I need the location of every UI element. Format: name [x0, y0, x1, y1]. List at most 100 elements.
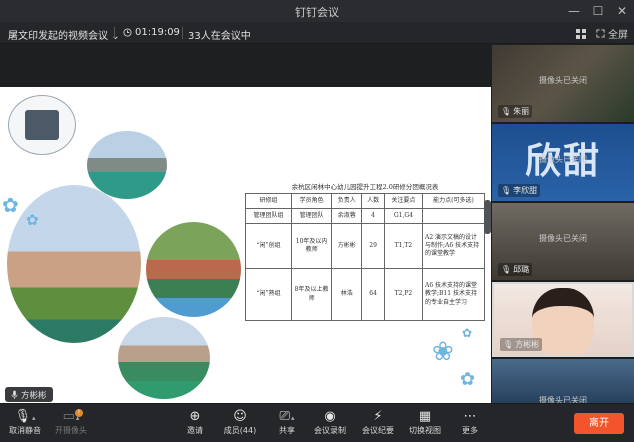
minutes-button[interactable]: ⚡ 会议纪要	[355, 408, 401, 436]
record-icon: ◉	[324, 409, 336, 424]
minutes-icon: ⚡	[373, 409, 383, 424]
camera-button[interactable]: ! ▭▴ 开摄像头	[48, 408, 94, 436]
invite-label: 邀请	[187, 426, 203, 435]
table-cell: G1,G4	[383, 208, 424, 224]
window-controls: — ☐ ✕	[568, 2, 628, 20]
share-button[interactable]: ⎚▴ 共享	[264, 408, 310, 436]
participant-count: 33人在会议中	[188, 31, 251, 42]
table-title: 余杭区闲林中心幼儿园提升工程2.0研修分团概况表	[291, 183, 439, 191]
table-cell: 29	[361, 223, 385, 269]
table-cell: 方彬彬	[331, 223, 363, 269]
table-cell: T2,P2	[383, 268, 424, 321]
meeting-info-bar: 屠文印发起的视频会议 ⌄ 01:19:09 33人在会议中 全屏	[0, 22, 634, 44]
kindergarten-photo	[146, 222, 241, 317]
members-icon: ☺	[233, 409, 247, 424]
table-header: 负责人	[331, 193, 363, 209]
table-cell: “闲”创组	[244, 223, 293, 269]
table-row: “闲”熟组 8年及以上教师 林浩 64 T2,P2 A6 技术支持的课堂教学;B…	[244, 268, 485, 321]
more-icon: ⋯	[463, 409, 477, 424]
speaker-name: 方彬彬	[21, 390, 47, 401]
mute-button[interactable]: 🎙▴ 取消静音	[2, 408, 48, 436]
school-logo-icon	[8, 95, 76, 155]
chevron-down-icon: ⌄	[111, 31, 120, 42]
table-cell: 8年及以上教师	[291, 268, 333, 321]
participant-tile[interactable]: 摄像头已关闭 🎙 邱璐	[492, 203, 634, 280]
flower-decoration-icon: ✿	[460, 369, 476, 390]
warning-badge: !	[75, 409, 83, 417]
fullscreen-button[interactable]: 全屏	[596, 26, 628, 41]
mic-muted-icon: 🎙	[501, 265, 512, 274]
invite-button[interactable]: ⊕ 邀请	[172, 408, 218, 436]
table-cell: A2 演示文稿的设计与制作;A6 技术支持的课堂教学	[422, 223, 485, 269]
add-user-icon: ⊕	[189, 409, 201, 424]
maximize-button[interactable]: ☐	[592, 2, 604, 20]
leave-button[interactable]: 离开	[574, 413, 624, 434]
switch-view-button[interactable]: ▦ 切换视图	[402, 408, 448, 436]
microphone-off-icon: 🎙▴	[14, 409, 36, 424]
minutes-label: 会议纪要	[362, 426, 394, 435]
meeting-duration: 01:19:09	[135, 27, 180, 38]
table-cell: 管理团队	[291, 208, 333, 224]
shared-screen-area: ✿ ✿ ❀ ✿ ✿ 余杭区闲林中心幼儿园提升工程2.0研修分团概况表 研修组 学…	[0, 45, 491, 420]
table-cell: “闲”熟组	[244, 268, 293, 321]
members-button[interactable]: ☺ 成员(44)	[217, 408, 263, 436]
table-header: 人数	[361, 193, 385, 209]
camera-off-icon: ▭▴	[62, 409, 80, 424]
participant-name-text: 邱璐	[513, 265, 530, 274]
kindergarten-photo	[7, 185, 141, 343]
microphone-icon	[11, 390, 18, 399]
share-screen-icon: ⎚▴	[279, 409, 295, 424]
close-button[interactable]: ✕	[616, 2, 628, 20]
participant-name: 🎙 方彬彬	[500, 338, 543, 351]
kindergarten-photo	[87, 131, 167, 199]
camera-off-text: 摄像头已关闭	[539, 396, 587, 403]
sidebar-collapse-handle[interactable]	[484, 200, 491, 234]
divider	[182, 27, 183, 39]
participant-name: 🎙 李欣甜	[498, 184, 541, 197]
more-button[interactable]: ⋯ 更多	[447, 408, 493, 436]
flower-decoration-icon: ❀	[432, 337, 454, 367]
mic-muted-icon: 🎙	[501, 107, 512, 116]
table-row: 管理团队组 管理团队 余淑蓉 4 G1,G4	[244, 208, 485, 224]
meeting-toolbar: 🎙▴ 取消静音 ! ▭▴ 开摄像头 ⊕ 邀请 ☺ 成员(44) ⎚▴ 共享 ◉ …	[0, 403, 634, 442]
members-label: 成员(44)	[223, 426, 257, 435]
participant-tile-active[interactable]: 🎙 方彬彬	[492, 282, 634, 357]
grid-view-icon[interactable]	[576, 28, 586, 39]
participant-name-text: 李欣甜	[513, 186, 538, 195]
fullscreen-label: 全屏	[608, 30, 628, 41]
group-overview-table: 研修组 学员角色 负责人 人数 关注要点 能力点(可多选) 管理团队组 管理团队…	[244, 193, 485, 321]
participant-name-text: 朱丽	[513, 107, 530, 116]
meeting-timer: 01:19:09	[123, 27, 180, 38]
switch-view-label: 切换视图	[409, 426, 441, 435]
table-cell: 64	[361, 268, 385, 321]
participant-sidebar: 摄像头已关闭 🎙 朱丽 欣甜 摄像头已关闭 🎙 李欣甜 摄像头已关闭 🎙 邱璐 …	[492, 45, 634, 403]
table-cell: A6 技术支持的课堂教学;B11 技术支持的专业自主学习	[422, 268, 485, 321]
flower-decoration-icon: ✿	[462, 326, 473, 340]
camera-off-text: 摄像头已关闭	[539, 155, 587, 164]
participant-name: 🎙 邱璐	[498, 263, 533, 276]
table-cell: T1,T2	[383, 223, 424, 269]
table-header: 关注要点	[383, 193, 424, 209]
flower-decoration-icon: ✿	[2, 193, 19, 217]
clock-icon	[123, 28, 132, 37]
minimize-button[interactable]: —	[568, 2, 580, 20]
table-cell: 林浩	[331, 268, 363, 321]
participant-tile[interactable]: 欣甜 摄像头已关闭 🎙 李欣甜	[492, 124, 634, 201]
table-header: 能力点(可多选)	[422, 193, 485, 209]
table-cell	[422, 208, 485, 224]
kindergarten-photo	[118, 317, 210, 399]
mute-label: 取消静音	[9, 426, 41, 435]
layout-icon: ▦	[418, 409, 432, 424]
meeting-name-dropdown[interactable]: 屠文印发起的视频会议 ⌄	[8, 27, 120, 42]
record-button[interactable]: ◉ 会议录制	[307, 408, 353, 436]
participant-name-text: 方彬彬	[515, 340, 540, 349]
microphone-icon: 🎙	[503, 340, 514, 349]
participant-tile[interactable]: 摄像头已关闭 🎙 朱丽	[492, 45, 634, 122]
participant-tile[interactable]: 摄像头已关闭	[492, 359, 634, 403]
table-row: “闲”创组 10年及以内教师 方彬彬 29 T1,T2 A2 演示文稿的设计与制…	[244, 223, 485, 269]
table-cell: 余淑蓉	[331, 208, 363, 224]
view-controls: 全屏	[576, 26, 628, 41]
shared-slide: ✿ ✿ ❀ ✿ ✿ 余杭区闲林中心幼儿园提升工程2.0研修分团概况表 研修组 学…	[0, 87, 491, 420]
divider	[114, 27, 115, 39]
more-label: 更多	[462, 426, 478, 435]
